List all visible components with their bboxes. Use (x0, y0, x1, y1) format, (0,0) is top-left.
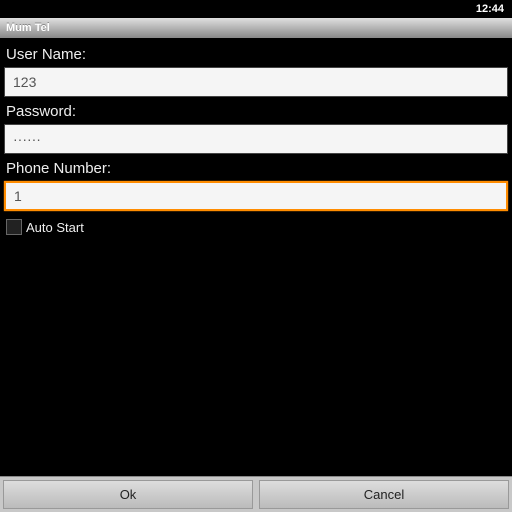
login-form: User Name: Password: Phone Number: Auto … (0, 38, 512, 245)
title-bar: Mum Tel (0, 18, 512, 38)
password-label: Password: (4, 97, 508, 124)
button-bar: Ok Cancel (0, 476, 512, 512)
autostart-row[interactable]: Auto Start (4, 211, 508, 243)
status-bar: 12:44 (0, 0, 512, 18)
password-input[interactable] (4, 124, 508, 154)
username-input[interactable] (4, 67, 508, 97)
phone-input[interactable] (4, 181, 508, 211)
autostart-checkbox[interactable] (6, 219, 22, 235)
app-title: Mum Tel (6, 22, 50, 34)
phone-label: Phone Number: (4, 154, 508, 181)
autostart-label: Auto Start (26, 220, 84, 235)
cancel-button[interactable]: Cancel (259, 480, 509, 509)
username-label: User Name: (4, 40, 508, 67)
ok-button[interactable]: Ok (3, 480, 253, 509)
status-time: 12:44 (476, 3, 504, 15)
